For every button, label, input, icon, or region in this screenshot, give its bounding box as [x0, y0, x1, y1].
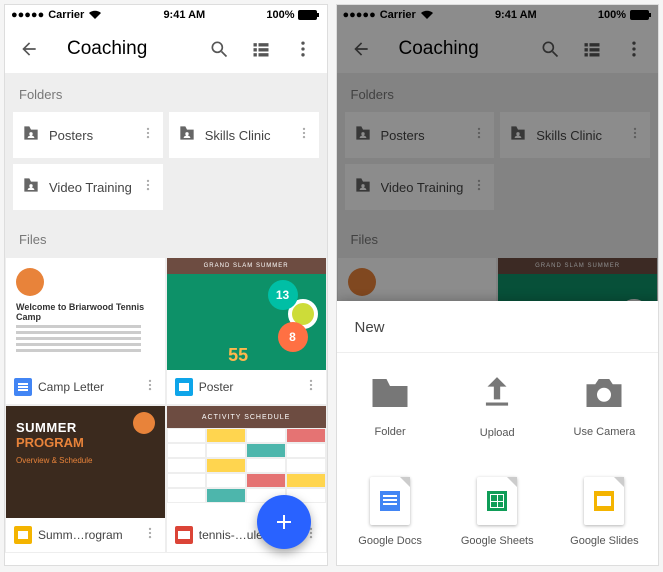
folder-name: Posters — [381, 128, 465, 143]
section-files-label: Files — [337, 218, 659, 257]
screen-new-sheet: ●●●●● Carrier 9:41 AM 100% Coaching Fold… — [336, 4, 660, 566]
wifi-icon — [88, 10, 102, 20]
file-name: Poster — [199, 380, 298, 394]
file-item[interactable]: Welcome to Briarwood Tennis Camp Camp Le… — [5, 257, 166, 405]
page-title: Coaching — [399, 38, 521, 60]
file-item[interactable]: SUMMER PROGRAM Overview & Schedule Summ…… — [5, 405, 166, 553]
file-thumbnail: SUMMER PROGRAM Overview & Schedule — [6, 406, 165, 518]
shared-folder-icon — [21, 123, 41, 148]
carrier-label: Carrier — [48, 9, 84, 21]
folder-item[interactable]: Video Training — [13, 164, 163, 210]
folder-overflow-icon[interactable] — [297, 126, 311, 145]
shared-folder-icon — [508, 123, 528, 148]
file-thumbnail: GRAND SLAM SUMMER 13 8 55 — [167, 258, 326, 370]
page-title: Coaching — [67, 38, 189, 60]
file-overflow-icon[interactable] — [304, 378, 318, 397]
camera-icon — [583, 375, 625, 416]
overflow-button[interactable] — [291, 39, 315, 59]
battery-icon — [630, 10, 652, 20]
folder-overflow-icon[interactable] — [141, 126, 155, 145]
section-folders-label: Folders — [5, 73, 327, 112]
file-name: Summ…rogram — [38, 528, 137, 542]
folder-name: Posters — [49, 128, 133, 143]
section-files-label: Files — [5, 218, 327, 257]
file-overflow-icon[interactable] — [143, 526, 157, 545]
pdf-icon — [175, 526, 193, 544]
new-bottom-sheet: New Folder Upload Use Camera Google Docs… — [337, 301, 659, 565]
folder-grid: Posters Skills Clinic Video Training — [337, 112, 659, 218]
search-button[interactable] — [538, 39, 562, 59]
battery-icon — [298, 10, 320, 20]
overflow-button[interactable] — [622, 39, 646, 59]
shared-folder-icon — [353, 175, 373, 200]
app-bar: Coaching — [337, 25, 659, 73]
file-item[interactable]: GRAND SLAM SUMMER — [497, 257, 658, 307]
folder-name: Video Training — [49, 180, 133, 195]
shared-folder-icon — [177, 123, 197, 148]
folder-item[interactable]: Posters — [13, 112, 163, 158]
folder-name: Skills Clinic — [205, 128, 289, 143]
view-toggle-button[interactable] — [580, 39, 604, 59]
clock: 9:41 AM — [495, 9, 537, 21]
clock: 9:41 AM — [163, 9, 205, 21]
file-overflow-icon[interactable] — [143, 378, 157, 397]
folder-item[interactable]: Skills Clinic — [500, 112, 650, 158]
sheet-title: New — [337, 301, 659, 353]
file-thumbnail: Welcome to Briarwood Tennis Camp — [6, 258, 165, 370]
status-bar: ●●●●● Carrier 9:41 AM 100% — [5, 5, 327, 25]
file-thumbnail: Welcome to Briarwood Tennis Camp — [338, 258, 497, 307]
sheet-item-upload[interactable]: Upload — [444, 353, 551, 459]
folder-name: Skills Clinic — [536, 128, 620, 143]
folder-item[interactable]: Posters — [345, 112, 495, 158]
google-slides-icon — [584, 477, 624, 525]
shared-folder-icon — [21, 175, 41, 200]
back-button[interactable] — [17, 39, 41, 59]
screen-drive-list: ●●●●● Carrier 9:41 AM 100% Coaching Fold… — [4, 4, 328, 566]
slides-icon — [14, 526, 32, 544]
battery-label: 100% — [598, 9, 626, 21]
sheet-item-folder[interactable]: Folder — [337, 353, 444, 459]
wifi-icon — [420, 10, 434, 20]
sheet-item-sheets[interactable]: Google Sheets — [444, 459, 551, 565]
shared-folder-icon — [353, 123, 373, 148]
file-thumbnail: GRAND SLAM SUMMER — [498, 258, 657, 307]
search-button[interactable] — [207, 39, 231, 59]
folder-overflow-icon[interactable] — [628, 126, 642, 145]
folder-icon — [369, 375, 411, 416]
docs-icon — [14, 378, 32, 396]
sheet-item-slides[interactable]: Google Slides — [551, 459, 658, 565]
folder-name: Video Training — [381, 180, 465, 195]
carrier-label: Carrier — [380, 9, 416, 21]
google-sheets-icon — [477, 477, 517, 525]
signal-dots-icon: ●●●●● — [343, 9, 376, 21]
google-docs-icon — [370, 477, 410, 525]
folder-overflow-icon[interactable] — [141, 178, 155, 197]
file-name: Camp Letter — [38, 380, 137, 394]
file-item[interactable]: GRAND SLAM SUMMER 13 8 55 Poster — [166, 257, 327, 405]
upload-icon — [478, 374, 516, 417]
folder-overflow-icon[interactable] — [472, 178, 486, 197]
folder-grid: Posters Skills Clinic Video Training — [5, 112, 327, 218]
photoshop-icon — [175, 378, 193, 396]
file-item[interactable]: Welcome to Briarwood Tennis Camp — [337, 257, 498, 307]
file-grid: Welcome to Briarwood Tennis Camp GRAND S… — [337, 257, 659, 307]
fab-new-button[interactable] — [257, 495, 311, 549]
sheet-item-camera[interactable]: Use Camera — [551, 353, 658, 459]
folder-item[interactable]: Video Training — [345, 164, 495, 210]
section-folders-label: Folders — [337, 73, 659, 112]
signal-dots-icon: ●●●●● — [11, 9, 44, 21]
back-button[interactable] — [349, 39, 373, 59]
view-toggle-button[interactable] — [249, 39, 273, 59]
sheet-item-docs[interactable]: Google Docs — [337, 459, 444, 565]
status-bar: ●●●●● Carrier 9:41 AM 100% — [337, 5, 659, 25]
app-bar: Coaching — [5, 25, 327, 73]
folder-item[interactable]: Skills Clinic — [169, 112, 319, 158]
battery-label: 100% — [266, 9, 294, 21]
folder-overflow-icon[interactable] — [472, 126, 486, 145]
